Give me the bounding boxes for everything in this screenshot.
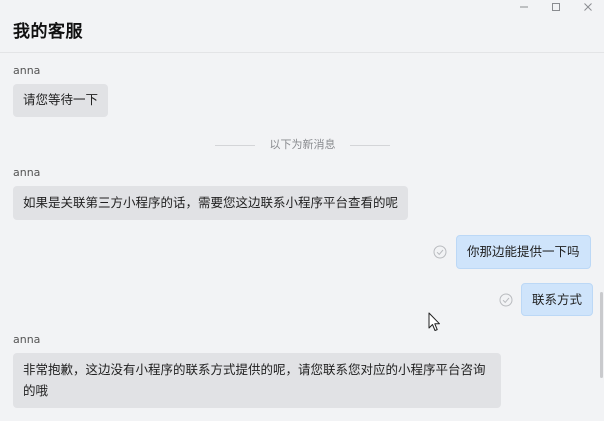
divider-line-left: [215, 144, 255, 146]
mouse-cursor-icon: [428, 312, 440, 331]
incoming-message-bubble[interactable]: 如果是关联第三方小程序的话，需要您这边联系小程序平台查看的呢: [13, 186, 409, 220]
message-sender: anna: [13, 166, 41, 179]
message-sender: anna: [13, 64, 41, 77]
divider-line-right: [350, 144, 390, 146]
outgoing-message-bubble[interactable]: 联系方式: [521, 283, 594, 316]
chat-scrollbar[interactable]: [600, 292, 603, 378]
message-sender: anna: [13, 333, 41, 346]
message-list[interactable]: anna 请您等待一下 以下为新消息 anna 如果是关联第三方小程序的话，需要…: [0, 54, 604, 421]
new-messages-divider: 以下为新消息: [215, 138, 390, 152]
incoming-message-bubble[interactable]: 请您等待一下: [13, 84, 109, 117]
page-title: 我的客服: [13, 22, 83, 42]
incoming-message-bubble[interactable]: 非常抱歉，这边没有小程序的联系方式提供的呢，请您联系您对应的小程序平台咨询的哦: [13, 353, 501, 408]
customer-service-window: 我的客服 anna 请您等待一下 以下为新消息 anna 如果是关联第三方小程序…: [0, 0, 604, 421]
read-check-icon: [499, 293, 513, 307]
divider-text: 以下为新消息: [269, 138, 336, 151]
outgoing-message-bubble[interactable]: 你那边能提供一下吗: [456, 235, 591, 269]
read-check-icon: [433, 245, 447, 259]
chat-header: 我的客服: [0, 0, 604, 53]
